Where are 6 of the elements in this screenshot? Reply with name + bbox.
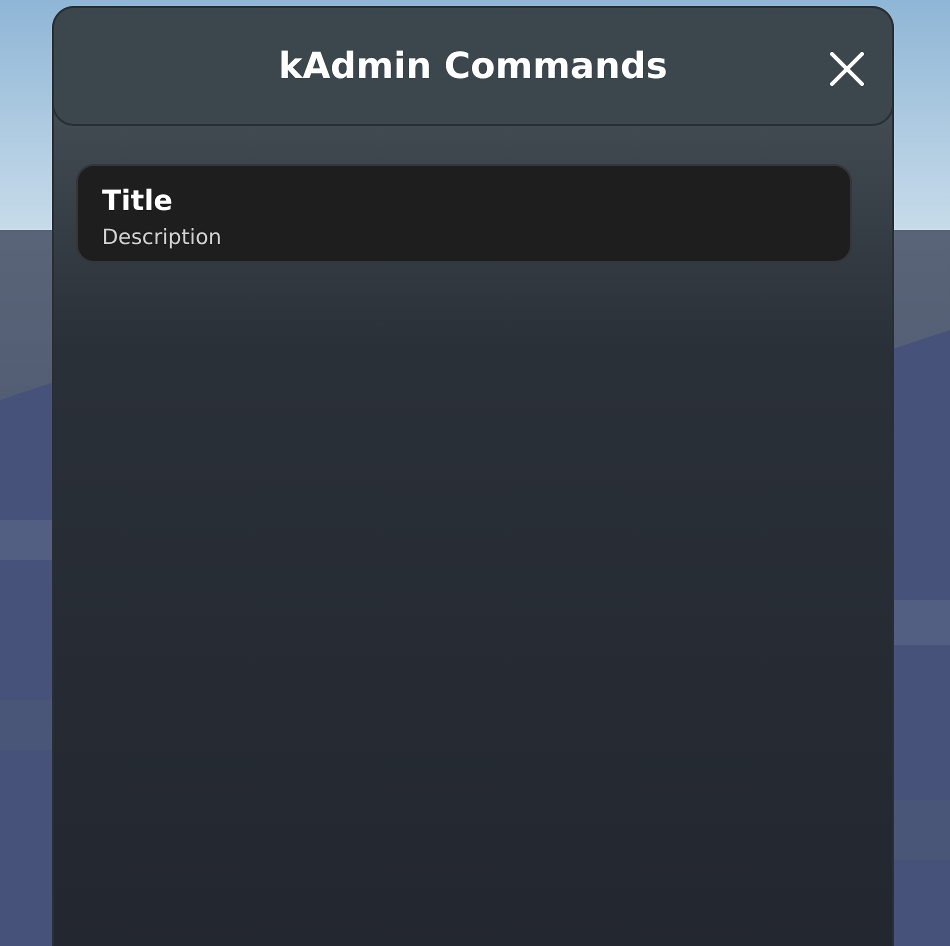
window-title: kAdmin Commands — [278, 46, 668, 86]
close-icon — [830, 52, 864, 86]
command-card[interactable]: Title Description — [76, 164, 852, 263]
command-description: Description — [102, 225, 223, 249]
command-title: Title — [102, 184, 174, 217]
close-button[interactable] — [830, 52, 864, 86]
